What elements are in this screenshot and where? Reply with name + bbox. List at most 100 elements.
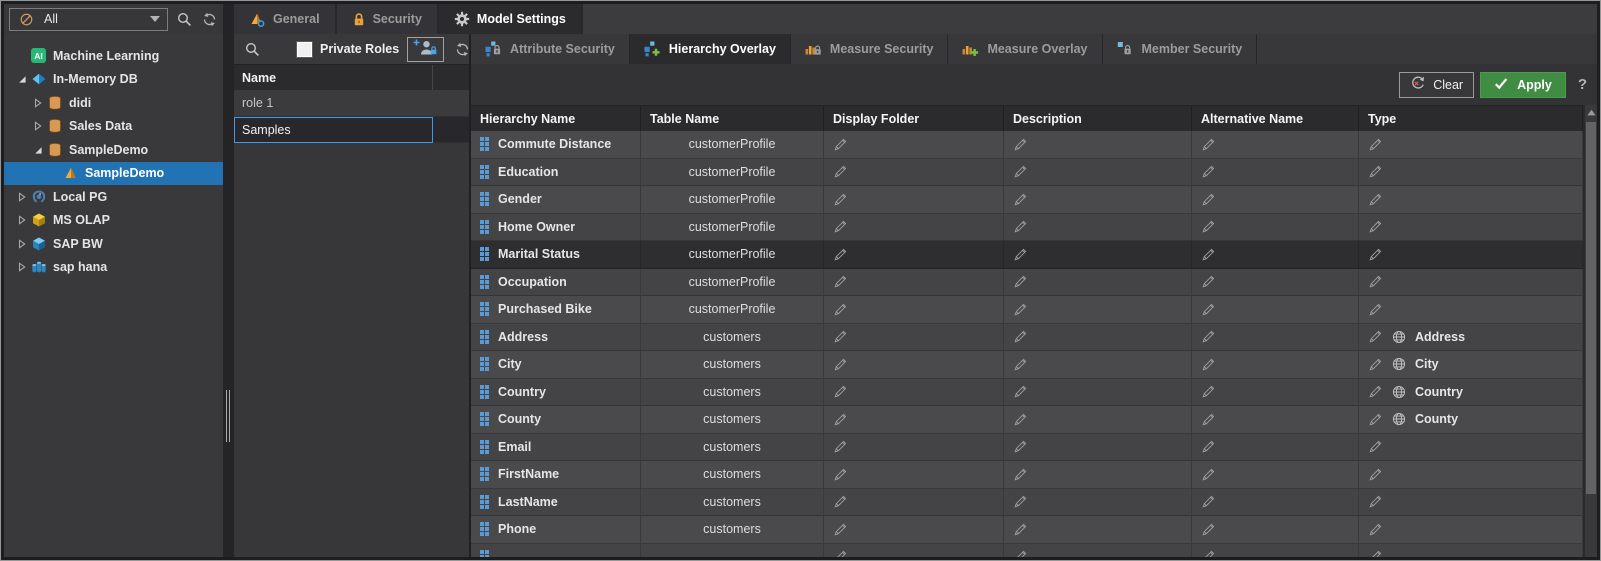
pencil-edit-icon[interactable] (1368, 357, 1383, 372)
pencil-edit-icon[interactable] (1201, 302, 1216, 317)
drag-grip-icon[interactable] (480, 302, 489, 316)
pencil-edit-icon[interactable] (833, 247, 848, 262)
add-role-button[interactable] (407, 37, 444, 62)
column-header-description[interactable]: Description (1004, 106, 1192, 131)
pencil-edit-icon[interactable] (833, 137, 848, 152)
pencil-edit-icon[interactable] (1013, 384, 1028, 399)
expander-expanded-icon[interactable] (14, 74, 29, 84)
table-row[interactable] (471, 544, 1583, 558)
splitter-grip-icon[interactable] (226, 390, 230, 442)
role-name[interactable]: role 1 (234, 90, 433, 117)
pencil-edit-icon[interactable] (1013, 219, 1028, 234)
pencil-edit-icon[interactable] (1368, 192, 1383, 207)
refresh-icon[interactable] (200, 9, 218, 29)
tree-item-sampledemo[interactable]: SampleDemo (4, 138, 223, 162)
role-row-role-1[interactable]: role 1 (234, 90, 469, 117)
panel-splitter[interactable] (223, 4, 234, 557)
table-row-gender[interactable]: GendercustomerProfile (471, 186, 1583, 214)
pencil-edit-icon[interactable] (1368, 302, 1383, 317)
pencil-edit-icon[interactable] (1201, 164, 1216, 179)
drag-grip-icon[interactable] (480, 165, 489, 179)
drag-grip-icon[interactable] (480, 247, 489, 261)
pencil-edit-icon[interactable] (1013, 137, 1028, 152)
tab-attribute-security[interactable]: Attribute Security (471, 34, 630, 64)
pencil-edit-icon[interactable] (1013, 192, 1028, 207)
pencil-edit-icon[interactable] (1368, 164, 1383, 179)
drag-grip-icon[interactable] (480, 467, 489, 481)
pencil-edit-icon[interactable] (1368, 219, 1383, 234)
clear-button[interactable]: Clear (1399, 72, 1474, 98)
help-button[interactable]: ? (1578, 76, 1587, 93)
pencil-edit-icon[interactable] (1201, 412, 1216, 427)
drag-grip-icon[interactable] (480, 220, 489, 234)
tree-item-sap-bw[interactable]: SAP BW (4, 232, 223, 256)
tab-member-security[interactable]: Member Security (1103, 34, 1258, 64)
tree-item-machine-learning[interactable]: AIMachine Learning (4, 44, 223, 68)
pencil-edit-icon[interactable] (1013, 274, 1028, 289)
search-icon[interactable] (243, 39, 261, 59)
apply-button[interactable]: Apply (1480, 72, 1566, 98)
column-header-table-name[interactable]: Table Name (641, 106, 824, 131)
table-row-lastname[interactable]: LastNamecustomers (471, 489, 1583, 517)
pencil-edit-icon[interactable] (1368, 549, 1383, 557)
pencil-edit-icon[interactable] (1201, 357, 1216, 372)
drag-grip-icon[interactable] (480, 192, 489, 206)
tree-item-sales-data[interactable]: Sales Data (4, 115, 223, 139)
drag-grip-icon[interactable] (480, 385, 489, 399)
pencil-edit-icon[interactable] (1201, 549, 1216, 557)
pencil-edit-icon[interactable] (1368, 467, 1383, 482)
drag-grip-icon[interactable] (480, 495, 489, 509)
table-row-purchased-bike[interactable]: Purchased BikecustomerProfile (471, 296, 1583, 324)
pencil-edit-icon[interactable] (1013, 302, 1028, 317)
column-header-display-folder[interactable]: Display Folder (824, 106, 1004, 131)
table-row-country[interactable]: CountrycustomersCountry (471, 379, 1583, 407)
expander-collapsed-icon[interactable] (14, 215, 29, 225)
column-header-alternative-name[interactable]: Alternative Name (1192, 106, 1359, 131)
expander-expanded-icon[interactable] (30, 145, 45, 155)
search-icon[interactable] (175, 9, 193, 29)
tab-measure-overlay[interactable]: Measure Overlay (948, 34, 1102, 64)
refresh-icon[interactable] (453, 39, 471, 59)
private-roles-checkbox[interactable] (297, 42, 312, 57)
drag-grip-icon[interactable] (480, 330, 489, 344)
pencil-edit-icon[interactable] (1368, 137, 1383, 152)
pencil-edit-icon[interactable] (833, 164, 848, 179)
pencil-edit-icon[interactable] (1201, 329, 1216, 344)
expander-collapsed-icon[interactable] (14, 239, 29, 249)
pencil-edit-icon[interactable] (1201, 274, 1216, 289)
pencil-edit-icon[interactable] (833, 467, 848, 482)
expander-collapsed-icon[interactable] (30, 98, 45, 108)
pencil-edit-icon[interactable] (1013, 247, 1028, 262)
pencil-edit-icon[interactable] (1013, 412, 1028, 427)
pencil-edit-icon[interactable] (1368, 412, 1383, 427)
table-row-firstname[interactable]: FirstNamecustomers (471, 461, 1583, 489)
pencil-edit-icon[interactable] (833, 219, 848, 234)
drag-grip-icon[interactable] (480, 440, 489, 454)
pencil-edit-icon[interactable] (1368, 439, 1383, 454)
pencil-edit-icon[interactable] (833, 192, 848, 207)
pencil-edit-icon[interactable] (1201, 384, 1216, 399)
table-row-county[interactable]: CountycustomersCounty (471, 406, 1583, 434)
pencil-edit-icon[interactable] (1368, 494, 1383, 509)
drag-grip-icon[interactable] (480, 275, 489, 289)
pencil-edit-icon[interactable] (1201, 439, 1216, 454)
pencil-edit-icon[interactable] (833, 412, 848, 427)
pencil-edit-icon[interactable] (1368, 522, 1383, 537)
pencil-edit-icon[interactable] (1201, 522, 1216, 537)
pencil-edit-icon[interactable] (833, 357, 848, 372)
table-row-phone[interactable]: Phonecustomers (471, 516, 1583, 544)
pencil-edit-icon[interactable] (833, 329, 848, 344)
pencil-edit-icon[interactable] (1201, 192, 1216, 207)
table-row-commute-distance[interactable]: Commute DistancecustomerProfile (471, 131, 1583, 159)
pencil-edit-icon[interactable] (833, 439, 848, 454)
expander-collapsed-icon[interactable] (14, 192, 29, 202)
column-header-hierarchy-name[interactable]: Hierarchy Name (471, 106, 641, 131)
table-row-email[interactable]: Emailcustomers (471, 434, 1583, 462)
pencil-edit-icon[interactable] (1013, 522, 1028, 537)
pencil-edit-icon[interactable] (1013, 329, 1028, 344)
pencil-edit-icon[interactable] (1013, 164, 1028, 179)
table-row-education[interactable]: EducationcustomerProfile (471, 159, 1583, 187)
pencil-edit-icon[interactable] (833, 494, 848, 509)
drag-grip-icon[interactable] (480, 357, 489, 371)
scrollbar-thumb[interactable] (1586, 122, 1596, 494)
